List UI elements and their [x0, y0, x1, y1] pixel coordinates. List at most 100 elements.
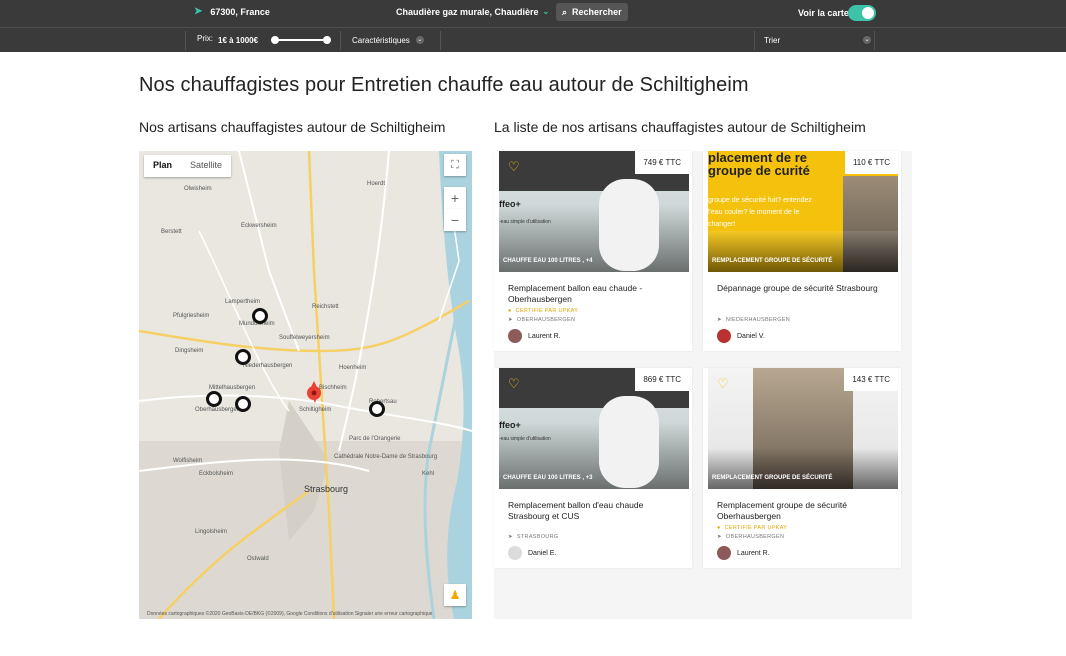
- divider: [185, 31, 186, 50]
- card-title[interactable]: Dépannage groupe de sécurité Strasbourg: [717, 283, 892, 294]
- zoom-in-button[interactable]: +: [444, 187, 466, 209]
- map-label: Ostwald: [247, 556, 269, 562]
- search-row: ➤ 67300, France Chaudière gaz murale, Ch…: [0, 0, 1066, 26]
- image-text: groupe de sécurité fuit? entendez l'eau …: [708, 197, 812, 228]
- artisan: Laurent R.: [717, 546, 770, 560]
- location-arrow-icon: ➤: [508, 317, 513, 323]
- image-text: -eau simple d'utilisation: [499, 219, 551, 225]
- filter-row: Prix: 1€ à 1000€ Caractéristiques ⌄ Trie…: [0, 27, 1066, 52]
- card-title[interactable]: Remplacement groupe de sécurité Oberhaus…: [717, 500, 892, 522]
- price-slider[interactable]: [271, 36, 331, 44]
- divider: [440, 31, 441, 50]
- card-title[interactable]: Remplacement ballon eau chaude - Oberhau…: [508, 283, 683, 305]
- category-tag: REMPLACEMENT GROUPE DE SÉCURITÉ: [712, 258, 833, 264]
- search-button[interactable]: ⌕ Rechercher: [556, 3, 628, 21]
- fullscreen-icon[interactable]: ⛶: [444, 154, 466, 176]
- certified-label: CERTIFIÉ PAR UPKAY: [724, 525, 788, 531]
- map-label: Wolfisheim: [173, 458, 203, 464]
- top-bar: ➤ 67300, France Chaudière gaz murale, Ch…: [0, 0, 1066, 52]
- map-label: Reichstett: [312, 304, 339, 310]
- tab-satellite[interactable]: Satellite: [181, 155, 231, 177]
- category-tag: CHAUFFE EAU 100 LITRES , +4: [503, 258, 593, 264]
- slider-min-handle[interactable]: [271, 36, 279, 44]
- map-label: Eckbolsheim: [199, 471, 234, 477]
- zoom-out-button[interactable]: −: [444, 209, 466, 231]
- category-select[interactable]: Chaudière gaz murale, Chaudière ⌄: [396, 7, 549, 17]
- card-location: ➤ NIEDERHAUSBERGEN: [717, 317, 790, 323]
- card-title[interactable]: Remplacement ballon d'eau chaude Strasbo…: [508, 500, 683, 522]
- heart-icon[interactable]: ♡: [717, 376, 729, 392]
- search-icon: ⌕: [562, 6, 568, 17]
- divider: [874, 31, 875, 50]
- location-arrow-icon: ➤: [717, 534, 722, 540]
- tab-plan[interactable]: Plan: [144, 155, 181, 177]
- card-location: ➤ OBERHAUSBERGEN: [717, 534, 784, 540]
- map-type-tabs: Plan Satellite: [144, 155, 232, 177]
- price-tag: 749 € TTC: [635, 151, 689, 174]
- map-label: Oberhausbergen: [195, 407, 241, 413]
- avatar: [717, 546, 731, 560]
- check-icon: ●: [508, 308, 512, 314]
- city-label: STRASBOURG: [516, 534, 559, 540]
- search-button-label: Rechercher: [572, 7, 622, 17]
- water-heater-shape: [599, 396, 659, 488]
- map-label: Lingolsheim: [195, 529, 228, 535]
- artisan-marker[interactable]: [252, 308, 268, 324]
- map-label: Bischheim: [319, 385, 347, 391]
- slider-max-handle[interactable]: [323, 36, 331, 44]
- map-label: Kehl: [422, 471, 435, 477]
- artisan-name: Daniel E.: [528, 549, 557, 557]
- city-label: OBERHAUSBERGEN: [725, 534, 785, 540]
- city-label: NIEDERHAUSBERGEN: [725, 317, 791, 323]
- category-value: Chaudière gaz murale, Chaudière: [396, 7, 539, 17]
- heart-icon[interactable]: ♡: [508, 159, 520, 175]
- map-roads: [139, 151, 472, 619]
- map-credit: Données cartographiques ©2020 GeoBasis-D…: [147, 611, 433, 617]
- certified-badge: ● CERTIFIÉ PAR UPKAY: [717, 525, 787, 531]
- map-label: Schiltigheim: [299, 407, 332, 413]
- heart-icon[interactable]: ♡: [508, 376, 520, 392]
- map-label: Strasbourg: [304, 484, 349, 494]
- category-tag: REMPLACEMENT GROUPE DE SÉCURITÉ: [712, 475, 833, 481]
- artisan: Daniel V.: [717, 329, 765, 343]
- service-card[interactable]: ffeo+ -eau simple d'utilisation ♡ 869 € …: [494, 368, 692, 568]
- chevron-down-icon: ⌄: [415, 36, 424, 44]
- map-label: Eckwersheim: [241, 223, 277, 229]
- page-title: Nos chauffagistes pour Entretien chauffe…: [139, 74, 749, 96]
- map-label: Parc de l'Orangerie: [349, 436, 401, 442]
- artisan-marker[interactable]: [235, 396, 251, 412]
- map[interactable]: Plan Satellite ⛶ + − ♟ Olwisheim Hoerdt …: [139, 151, 472, 619]
- artisan-marker[interactable]: [369, 401, 385, 417]
- image-text: ffeo+: [499, 199, 521, 209]
- avatar: [508, 329, 522, 343]
- map-heading: Nos artisans chauffagistes autour de Sch…: [139, 119, 446, 135]
- location-field[interactable]: ➤ 67300, France: [194, 6, 270, 17]
- artisan-list: ffeo+ -eau simple d'utilisation ♡ 749 € …: [494, 151, 912, 619]
- service-card[interactable]: ffeo+ -eau simple d'utilisation ♡ 749 € …: [494, 151, 692, 351]
- service-card[interactable]: placement de re groupe de curité groupe …: [703, 151, 901, 351]
- characteristics-filter[interactable]: Caractéristiques ⌄: [352, 36, 424, 45]
- certified-badge: ● CERTIFIÉ PAR UPKAY: [508, 308, 578, 314]
- map-toggle-switch[interactable]: [848, 5, 876, 21]
- map-label: Souffelweyersheim: [279, 335, 330, 341]
- check-icon: ●: [717, 525, 721, 531]
- artisan-marker[interactable]: [235, 349, 251, 365]
- map-label: Hoenheim: [339, 365, 367, 371]
- location-value: 67300, France: [210, 6, 270, 17]
- switch-knob: [862, 7, 874, 19]
- map-label: Berstett: [161, 229, 182, 235]
- image-text: -eau simple d'utilisation: [499, 436, 551, 442]
- map-label: Niederhausbergen: [243, 363, 293, 369]
- sort-select[interactable]: Trier: [764, 36, 780, 45]
- pegman-icon[interactable]: ♟: [444, 584, 466, 606]
- map-label: Cathédrale Notre-Dame de Strasbourg: [334, 454, 438, 460]
- characteristics-label: Caractéristiques: [352, 36, 410, 45]
- map-label: Lampertheim: [225, 299, 261, 305]
- service-card[interactable]: ♡ 143 € TTC REMPLACEMENT GROUPE DE SÉCUR…: [703, 368, 901, 568]
- image-gradient: [708, 448, 898, 489]
- artisan-name: Daniel V.: [737, 332, 765, 340]
- card-location: ➤ OBERHAUSBERGEN: [508, 317, 575, 323]
- location-arrow-icon: ➤: [717, 317, 722, 323]
- artisan-marker[interactable]: [206, 391, 222, 407]
- category-tag: CHAUFFE EAU 100 LITRES , +3: [503, 475, 593, 481]
